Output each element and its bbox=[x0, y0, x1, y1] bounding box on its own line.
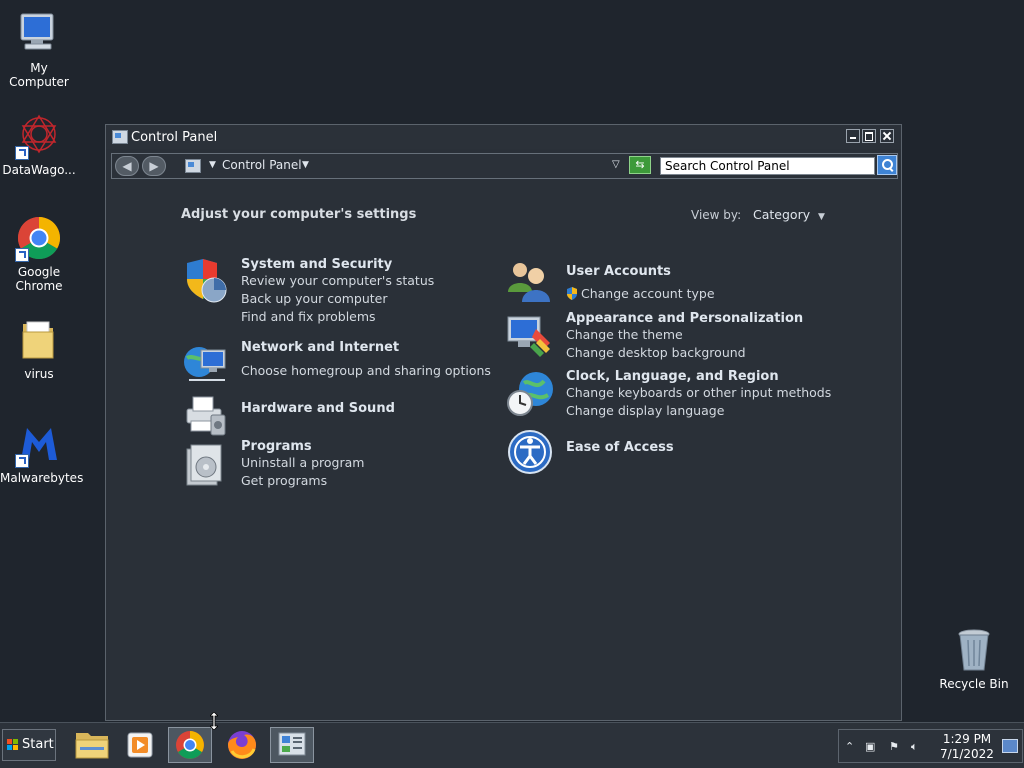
desktop-icon-label: Recycle Bin bbox=[939, 677, 1009, 691]
clock-date: 7/1/2022 bbox=[940, 747, 994, 761]
category-title[interactable]: Clock, Language, and Region bbox=[566, 369, 779, 384]
desktop-icon-virus[interactable]: virus bbox=[0, 316, 78, 381]
desktop-icon-label: My Computer bbox=[9, 61, 69, 89]
breadcrumb-chevron-icon[interactable]: ▼ bbox=[302, 160, 309, 170]
desktop-icon-my-computer[interactable]: My Computer bbox=[0, 10, 78, 89]
category-title[interactable]: Hardware and Sound bbox=[241, 401, 395, 416]
recycle-bin-icon bbox=[950, 626, 998, 674]
shortcut-arrow-icon bbox=[15, 248, 29, 262]
taskbar-media-player[interactable] bbox=[118, 727, 162, 763]
link-label: Change account type bbox=[581, 286, 715, 301]
taskbar: Start ⌃ ▣ ⚑ 🔈︎ 1:29 PM 7/1/2022 bbox=[0, 722, 1024, 768]
search-icon[interactable] bbox=[877, 155, 897, 175]
minimize-button[interactable] bbox=[846, 129, 860, 143]
network-tray-icon[interactable]: ▣ bbox=[865, 740, 875, 753]
shortcut-arrow-icon bbox=[15, 146, 29, 160]
link-change-theme[interactable]: Change the theme bbox=[566, 327, 683, 342]
category-title[interactable]: Ease of Access bbox=[566, 440, 674, 455]
malwarebytes-icon bbox=[15, 420, 63, 468]
link-change-keyboards[interactable]: Change keyboards or other input methods bbox=[566, 385, 831, 400]
control-panel-icon bbox=[185, 159, 201, 173]
category-title[interactable]: Network and Internet bbox=[241, 340, 399, 355]
desktop-icon-datawago[interactable]: DataWago... bbox=[0, 112, 78, 177]
category-title[interactable]: User Accounts bbox=[566, 264, 671, 279]
link-display-language[interactable]: Change display language bbox=[566, 403, 724, 418]
desktop-icon-label: Malwarebytes bbox=[0, 471, 84, 485]
forward-button[interactable]: ▶ bbox=[142, 156, 166, 176]
refresh-button[interactable]: ⇆ bbox=[629, 156, 651, 174]
firefox-icon bbox=[228, 731, 256, 759]
show-desktop-icon[interactable] bbox=[1002, 739, 1018, 753]
chevron-down-icon[interactable]: ▼ bbox=[209, 160, 216, 170]
datawago-icon bbox=[15, 112, 63, 160]
taskbar-file-explorer[interactable] bbox=[70, 727, 114, 763]
address-bar: ◀ ▶ ▼ Control Panel ▼ ▽ ⇆ bbox=[111, 153, 898, 179]
shortcut-arrow-icon bbox=[15, 454, 29, 468]
address-dropdown-icon[interactable]: ▽ bbox=[612, 159, 620, 170]
ease-of-access-icon[interactable] bbox=[506, 428, 554, 476]
windows-logo-icon bbox=[7, 739, 18, 750]
clock[interactable]: 1:29 PM 7/1/2022 bbox=[937, 732, 997, 762]
desktop-icon-label: Google Chrome bbox=[15, 265, 63, 293]
programs-icon[interactable] bbox=[181, 441, 229, 489]
link-change-account-type[interactable]: Change account type bbox=[566, 286, 715, 301]
address-breadcrumb[interactable]: Control Panel bbox=[222, 158, 302, 172]
search-input[interactable] bbox=[660, 157, 875, 175]
taskbar-control-panel[interactable] bbox=[270, 727, 314, 763]
computer-icon bbox=[15, 10, 63, 58]
maximize-button[interactable] bbox=[862, 129, 876, 143]
link-uninstall[interactable]: Uninstall a program bbox=[241, 455, 364, 470]
view-by-label: View by: bbox=[691, 208, 742, 222]
control-panel-icon bbox=[112, 130, 128, 144]
network-icon[interactable] bbox=[181, 340, 229, 388]
taskbar-firefox[interactable] bbox=[220, 727, 264, 763]
link-get-programs[interactable]: Get programs bbox=[241, 473, 327, 488]
chrome-icon bbox=[176, 731, 204, 759]
desktop-icon-label: virus bbox=[24, 367, 54, 381]
desktop-icon-label: DataWago... bbox=[2, 163, 76, 177]
users-icon[interactable] bbox=[506, 258, 554, 306]
view-by-dropdown[interactable]: Category bbox=[753, 207, 810, 222]
system-tray: ⌃ ▣ ⚑ 🔈︎ 1:29 PM 7/1/2022 bbox=[838, 729, 1023, 763]
globe-clock-icon[interactable] bbox=[506, 369, 554, 417]
link-review-status[interactable]: Review your computer's status bbox=[241, 273, 434, 288]
desktop-icon-recycle-bin[interactable]: Recycle Bin bbox=[935, 626, 1013, 691]
volume-icon[interactable]: 🔈︎ bbox=[911, 740, 918, 754]
category-title[interactable]: Appearance and Personalization bbox=[566, 311, 803, 326]
control-panel-window: Control Panel ◀ ▶ ▼ Control Panel ▼ ▽ ⇆ … bbox=[105, 124, 902, 721]
show-hidden-icons-icon[interactable]: ⌃ bbox=[845, 740, 854, 753]
page-heading: Adjust your computer's settings bbox=[181, 207, 417, 222]
start-button[interactable]: Start bbox=[2, 729, 56, 761]
control-panel-icon bbox=[278, 732, 306, 756]
folder-icon bbox=[15, 316, 63, 364]
shield-icon[interactable] bbox=[181, 257, 229, 305]
uac-shield-icon bbox=[566, 287, 578, 300]
action-center-flag-icon[interactable]: ⚑ bbox=[889, 740, 899, 753]
taskbar-chrome[interactable] bbox=[168, 727, 212, 763]
clock-time: 1:29 PM bbox=[942, 732, 992, 746]
category-title[interactable]: System and Security bbox=[241, 257, 392, 272]
back-button[interactable]: ◀ bbox=[115, 156, 139, 176]
view-by: View by: Category ▼ bbox=[691, 207, 825, 222]
start-label: Start bbox=[22, 737, 54, 752]
title-bar[interactable]: Control Panel bbox=[106, 125, 901, 149]
link-backup[interactable]: Back up your computer bbox=[241, 291, 388, 306]
chrome-icon bbox=[15, 214, 63, 262]
folder-icon bbox=[75, 733, 109, 759]
link-homegroup[interactable]: Choose homegroup and sharing options bbox=[241, 363, 491, 378]
desktop-icon-malwarebytes[interactable]: Malwarebytes bbox=[0, 420, 84, 485]
category-title[interactable]: Programs bbox=[241, 439, 312, 454]
resize-cursor-icon bbox=[209, 711, 219, 731]
window-title: Control Panel bbox=[131, 130, 218, 145]
desktop-icon-google-chrome[interactable]: Google Chrome bbox=[0, 214, 78, 293]
media-player-icon bbox=[127, 732, 153, 758]
printer-icon[interactable] bbox=[181, 391, 229, 439]
monitor-paint-icon[interactable] bbox=[506, 311, 554, 359]
link-find-fix[interactable]: Find and fix problems bbox=[241, 309, 376, 324]
link-desktop-background[interactable]: Change desktop background bbox=[566, 345, 746, 360]
chevron-down-icon[interactable]: ▼ bbox=[818, 212, 825, 222]
close-button[interactable] bbox=[880, 129, 894, 143]
